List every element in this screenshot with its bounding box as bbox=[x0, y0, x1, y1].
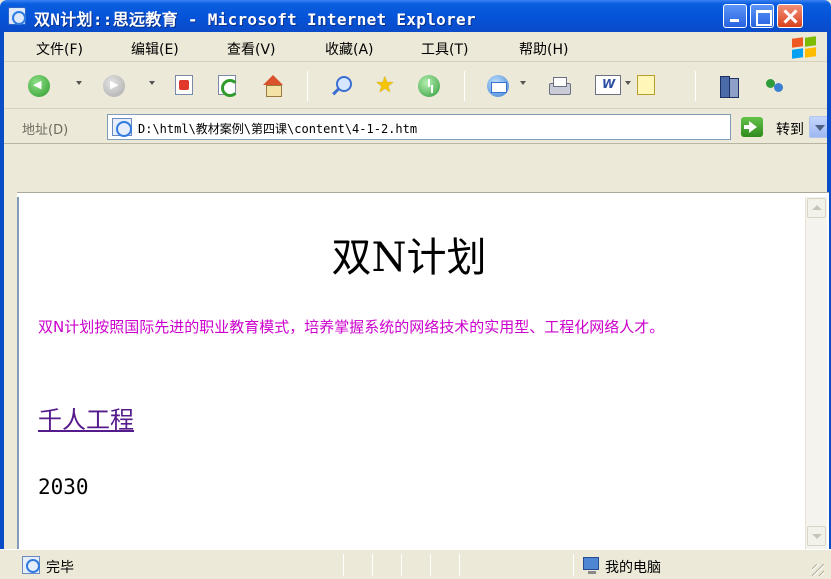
edit-icon[interactable] bbox=[595, 75, 621, 95]
page-heading: 双N计划 bbox=[331, 235, 487, 281]
page-paragraph: 双N计划按照国际先进的职业教育模式，培养掌握系统的网络技术的实用型、工程化网络人… bbox=[38, 318, 665, 336]
minimize-button[interactable] bbox=[723, 4, 747, 28]
forward-icon[interactable] bbox=[103, 75, 125, 97]
status-divider bbox=[372, 554, 373, 576]
scroll-up-icon[interactable] bbox=[807, 198, 826, 218]
windows-logo-icon bbox=[790, 36, 818, 60]
status-divider bbox=[459, 554, 460, 576]
status-bar: 完毕 我的电脑 bbox=[0, 549, 831, 579]
mail-dropdown-icon[interactable] bbox=[520, 81, 526, 85]
status-divider bbox=[573, 554, 574, 576]
stop-icon[interactable] bbox=[175, 75, 193, 95]
menu-edit[interactable]: 编辑(E) bbox=[131, 39, 179, 59]
toolbar-separator bbox=[464, 71, 465, 101]
go-button[interactable]: 转到 bbox=[776, 119, 804, 139]
menu-tools[interactable]: 工具(T) bbox=[421, 39, 468, 59]
my-computer-icon bbox=[583, 557, 599, 574]
address-input[interactable]: D:\html\教材案例\第四课\content\4-1-2.htm bbox=[107, 114, 830, 140]
title-bar[interactable]: 双N计划::思远教育 - Microsoft Internet Explorer bbox=[0, 0, 831, 32]
messenger-icon[interactable] bbox=[764, 75, 786, 97]
menu-bar: 文件(F) 编辑(E) 查看(V) 收藏(A) 工具(T) 帮助(H) bbox=[0, 32, 831, 62]
research-icon[interactable] bbox=[718, 75, 740, 98]
status-divider bbox=[401, 554, 402, 576]
edit-dropdown-icon[interactable] bbox=[625, 81, 631, 85]
refresh-icon[interactable] bbox=[218, 75, 239, 97]
search-icon[interactable] bbox=[330, 75, 352, 97]
forward-dropdown-icon[interactable] bbox=[149, 81, 155, 85]
print-icon[interactable] bbox=[548, 75, 571, 97]
discuss-icon[interactable] bbox=[637, 75, 655, 95]
toolbar-separator bbox=[695, 71, 696, 101]
address-bar: 地址(D) D:\html\教材案例\第四课\content\4-1-2.htm… bbox=[0, 110, 831, 144]
status-divider bbox=[430, 554, 431, 576]
page-number: 2030 bbox=[38, 475, 89, 499]
close-button[interactable] bbox=[777, 4, 803, 28]
menu-file[interactable]: 文件(F) bbox=[36, 39, 83, 59]
security-zone: 我的电脑 bbox=[605, 560, 661, 576]
resize-grip-icon[interactable] bbox=[812, 564, 824, 576]
menu-favorites[interactable]: 收藏(A) bbox=[325, 39, 374, 59]
favorites-icon[interactable]: ★ bbox=[375, 75, 397, 97]
page-content: 双N计划 双N计划按照国际先进的职业教育模式，培养掌握系统的网络技术的实用型、工… bbox=[17, 197, 829, 549]
standard-toolbar: ★ bbox=[0, 63, 831, 109]
toolbar-separator bbox=[307, 71, 308, 101]
back-dropdown-icon[interactable] bbox=[76, 81, 82, 85]
ie-page-icon bbox=[8, 7, 26, 25]
status-page-icon bbox=[22, 556, 40, 574]
page-icon bbox=[112, 118, 132, 137]
go-arrow-icon[interactable] bbox=[741, 117, 763, 137]
maximize-button[interactable] bbox=[750, 4, 774, 28]
browser-window: 双N计划::思远教育 - Microsoft Internet Explorer… bbox=[0, 0, 831, 579]
status-text: 完毕 bbox=[46, 560, 74, 576]
vertical-scrollbar[interactable] bbox=[805, 197, 827, 549]
menu-help[interactable]: 帮助(H) bbox=[519, 39, 568, 59]
address-url[interactable]: D:\html\教材案例\第四课\content\4-1-2.htm bbox=[138, 120, 417, 137]
page-link[interactable]: 千人工程 bbox=[38, 400, 134, 435]
content-gutter bbox=[4, 144, 17, 549]
window-title: 双N计划::思远教育 - Microsoft Internet Explorer bbox=[34, 10, 476, 29]
home-icon[interactable] bbox=[262, 75, 284, 97]
menu-view[interactable]: 查看(V) bbox=[227, 39, 276, 59]
scroll-down-icon[interactable] bbox=[807, 526, 826, 546]
back-icon[interactable] bbox=[28, 75, 50, 97]
address-label: 地址(D) bbox=[22, 123, 69, 138]
mail-icon[interactable] bbox=[487, 75, 509, 97]
history-icon[interactable] bbox=[418, 75, 440, 97]
status-divider bbox=[343, 554, 344, 576]
